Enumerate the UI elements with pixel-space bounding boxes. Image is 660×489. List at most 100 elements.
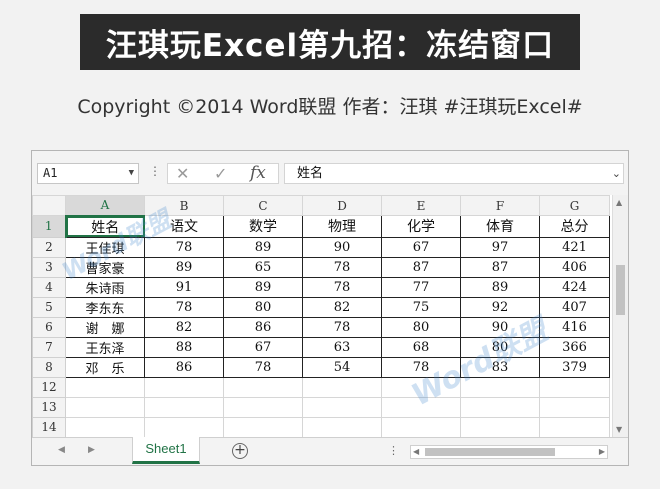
cell-d1[interactable]: 物理 <box>302 215 382 238</box>
cell-f1[interactable]: 体育 <box>460 215 540 238</box>
cell-d8[interactable]: 54 <box>302 356 382 378</box>
cell-g8[interactable]: 379 <box>539 356 610 378</box>
cell-e14[interactable] <box>381 416 461 437</box>
cell-d13[interactable] <box>302 396 382 418</box>
cell-a8[interactable]: 邓 乐 <box>65 356 145 378</box>
cell-b12[interactable] <box>144 376 224 398</box>
cell-f2[interactable]: 97 <box>460 236 540 258</box>
row-header-7[interactable]: 7 <box>32 336 66 358</box>
expand-formula-icon[interactable]: ⌄ <box>612 164 621 183</box>
cell-f4[interactable]: 89 <box>460 276 540 298</box>
vertical-scrollbar[interactable]: ▲ ▼ <box>612 195 628 437</box>
cell-c4[interactable]: 89 <box>223 276 303 298</box>
horizontal-scrollbar[interactable]: ◀ ▶ <box>410 445 608 459</box>
cell-a12[interactable] <box>65 376 145 398</box>
row-header-14[interactable]: 14 <box>32 416 66 437</box>
name-box[interactable]: A1 ▼ <box>37 163 139 184</box>
cell-g5[interactable]: 407 <box>539 296 610 318</box>
cell-g14[interactable] <box>539 416 610 437</box>
cell-a13[interactable] <box>65 396 145 418</box>
row-header-5[interactable]: 5 <box>32 296 66 318</box>
cell-b1[interactable]: 语文 <box>144 215 224 238</box>
tab-sheet1[interactable]: Sheet1 <box>132 437 200 464</box>
row-header-8[interactable]: 8 <box>32 356 66 378</box>
cell-g1[interactable]: 总分 <box>539 215 610 238</box>
cell-a2[interactable]: 王佳琪 <box>65 236 145 258</box>
cell-b13[interactable] <box>144 396 224 418</box>
chevron-down-icon[interactable]: ▼ <box>129 164 134 183</box>
cell-a5[interactable]: 李东东 <box>65 296 145 318</box>
select-all-corner[interactable] <box>32 195 66 216</box>
vertical-scroll-thumb[interactable] <box>616 265 625 315</box>
column-header-b[interactable]: B <box>144 195 224 216</box>
cell-e1[interactable]: 化学 <box>381 215 461 238</box>
column-header-c[interactable]: C <box>223 195 303 216</box>
cell-g12[interactable] <box>539 376 610 398</box>
cell-d4[interactable]: 78 <box>302 276 382 298</box>
cell-d6[interactable]: 78 <box>302 316 382 338</box>
cell-f6[interactable]: 90 <box>460 316 540 338</box>
cell-e7[interactable]: 68 <box>381 336 461 358</box>
row-header-6[interactable]: 6 <box>32 316 66 338</box>
cell-b14[interactable] <box>144 416 224 437</box>
cell-b5[interactable]: 78 <box>144 296 224 318</box>
cell-d3[interactable]: 78 <box>302 256 382 278</box>
more-dots-icon[interactable]: ⋮ <box>149 164 161 178</box>
cell-c6[interactable]: 86 <box>223 316 303 338</box>
row-header-3[interactable]: 3 <box>32 256 66 278</box>
cell-e6[interactable]: 80 <box>381 316 461 338</box>
column-header-e[interactable]: E <box>381 195 461 216</box>
cell-c8[interactable]: 78 <box>223 356 303 378</box>
cell-g4[interactable]: 424 <box>539 276 610 298</box>
insert-function-icon[interactable]: fx <box>250 164 266 183</box>
cell-a3[interactable]: 曹家豪 <box>65 256 145 278</box>
cell-a7[interactable]: 王东泽 <box>65 336 145 358</box>
cell-f7[interactable]: 80 <box>460 336 540 358</box>
cell-d7[interactable]: 63 <box>302 336 382 358</box>
cell-c3[interactable]: 65 <box>223 256 303 278</box>
cell-e5[interactable]: 75 <box>381 296 461 318</box>
cell-f14[interactable] <box>460 416 540 437</box>
cell-e13[interactable] <box>381 396 461 418</box>
cell-g13[interactable] <box>539 396 610 418</box>
cell-d5[interactable]: 82 <box>302 296 382 318</box>
cell-e4[interactable]: 77 <box>381 276 461 298</box>
formula-input[interactable]: 姓名 ⌄ <box>284 163 624 184</box>
cell-a14[interactable] <box>65 416 145 437</box>
confirm-icon[interactable]: ✓ <box>214 164 227 183</box>
cell-c1[interactable]: 数学 <box>223 215 303 238</box>
prev-sheet-icon[interactable]: ◀ <box>58 445 65 455</box>
cell-f8[interactable]: 83 <box>460 356 540 378</box>
cell-f5[interactable]: 92 <box>460 296 540 318</box>
column-header-d[interactable]: D <box>302 195 382 216</box>
tab-splitter-icon[interactable]: ⋮ <box>388 444 399 457</box>
cell-b8[interactable]: 86 <box>144 356 224 378</box>
cell-a4[interactable]: 朱诗雨 <box>65 276 145 298</box>
cell-b4[interactable]: 91 <box>144 276 224 298</box>
cell-e12[interactable] <box>381 376 461 398</box>
row-header-4[interactable]: 4 <box>32 276 66 298</box>
row-header-12[interactable]: 12 <box>32 376 66 398</box>
column-header-g[interactable]: G <box>539 195 610 216</box>
cell-f12[interactable] <box>460 376 540 398</box>
cell-b6[interactable]: 82 <box>144 316 224 338</box>
cell-a6[interactable]: 谢 娜 <box>65 316 145 338</box>
add-sheet-icon[interactable]: + <box>232 443 248 459</box>
cell-g6[interactable]: 416 <box>539 316 610 338</box>
horizontal-scroll-thumb[interactable] <box>425 448 555 456</box>
cell-d14[interactable] <box>302 416 382 437</box>
scroll-up-icon[interactable]: ▲ <box>616 198 622 207</box>
cell-c12[interactable] <box>223 376 303 398</box>
cell-d2[interactable]: 90 <box>302 236 382 258</box>
cell-c13[interactable] <box>223 396 303 418</box>
cell-e3[interactable]: 87 <box>381 256 461 278</box>
cell-c5[interactable]: 80 <box>223 296 303 318</box>
cell-a1[interactable]: 姓名 <box>65 215 145 238</box>
cell-g7[interactable]: 366 <box>539 336 610 358</box>
row-header-13[interactable]: 13 <box>32 396 66 418</box>
cell-c14[interactable] <box>223 416 303 437</box>
cell-b7[interactable]: 88 <box>144 336 224 358</box>
cell-d12[interactable] <box>302 376 382 398</box>
cancel-icon[interactable]: ✕ <box>176 164 189 183</box>
cell-c2[interactable]: 89 <box>223 236 303 258</box>
